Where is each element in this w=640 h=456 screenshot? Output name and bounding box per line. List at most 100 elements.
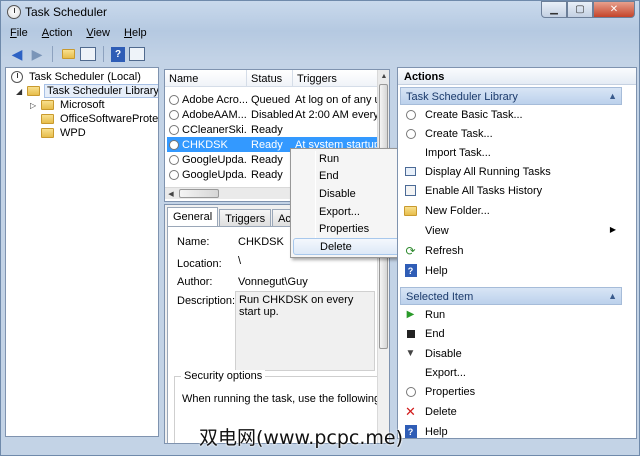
running-tasks-icon (404, 165, 417, 178)
context-menu-item-properties[interactable]: Properties (293, 221, 401, 238)
clock-icon (11, 71, 23, 83)
tree-item-library[interactable]: ◢ Task Scheduler Library (16, 84, 158, 98)
column-header-name[interactable]: Name (165, 70, 247, 87)
disable-icon: ▼ (405, 348, 416, 359)
task-icon (169, 124, 179, 135)
tree-item-folder[interactable]: ▷ Microsoft (30, 98, 107, 112)
collapse-section-icon[interactable]: ▲ (608, 91, 617, 101)
export-icon (404, 366, 417, 379)
help-icon[interactable]: ? (111, 46, 125, 62)
create-basic-task-icon (404, 108, 417, 121)
expand-icon[interactable]: ▷ (30, 101, 38, 110)
action-new-folder[interactable]: New Folder... (404, 202, 618, 219)
description-field[interactable]: Run CHKDSK on every start up. (235, 291, 375, 371)
refresh-icon: ⟳ (405, 243, 416, 258)
task-icon (169, 169, 179, 180)
toolbar-separator (52, 46, 53, 62)
action-run[interactable]: ▶ Run (404, 306, 618, 323)
help-icon: ? (404, 264, 417, 277)
tree-item-root[interactable]: Task Scheduler (Local) (11, 70, 143, 84)
back-arrow-icon[interactable]: ◀ (9, 46, 25, 62)
context-menu: Run End Disable Export... Properties Del… (290, 148, 404, 258)
name-label: Name: (177, 236, 210, 248)
show-hide-action-pane-icon[interactable] (129, 47, 145, 61)
window-title: Task Scheduler (25, 5, 108, 19)
clock-folder-icon (27, 86, 40, 96)
action-view[interactable]: View ▶ (404, 222, 618, 239)
action-properties[interactable]: Properties (404, 383, 618, 400)
context-menu-item-export[interactable]: Export... (293, 204, 401, 221)
create-task-icon (404, 127, 417, 140)
action-refresh[interactable]: ⟳ Refresh (404, 242, 618, 259)
collapse-icon[interactable]: ◢ (16, 87, 24, 96)
action-create-task[interactable]: Create Task... (404, 125, 618, 142)
action-create-basic-task[interactable]: Create Basic Task... (404, 106, 618, 123)
close-button[interactable]: ✕ (593, 1, 635, 18)
watermark-text: 双电网(www.pcpc.me) (199, 427, 403, 449)
tab-general[interactable]: General (167, 207, 219, 228)
action-help[interactable]: ? Help (404, 262, 618, 279)
location-label: Location: (177, 258, 222, 270)
folder-icon (41, 128, 54, 138)
tree-item-folder[interactable]: OfficeSoftwareProtectio (30, 112, 158, 126)
title-bar[interactable]: Task Scheduler ▁ ▢ ✕ (1, 1, 639, 23)
show-hide-console-tree-icon[interactable] (80, 47, 96, 61)
collapse-section-icon[interactable]: ▲ (608, 291, 617, 301)
action-disable[interactable]: ▼ Disable (404, 345, 618, 362)
properties-icon (404, 385, 417, 398)
scroll-left-icon[interactable]: ◀ (165, 188, 177, 200)
context-menu-item-disable[interactable]: Disable (293, 186, 401, 203)
name-value[interactable]: CHKDSK (238, 236, 284, 248)
forward-arrow-icon[interactable]: ▶ (29, 46, 45, 62)
action-help-selected[interactable]: ? Help (404, 423, 618, 438)
task-row[interactable]: AdobeAAM... Disabled At 2:00 AM every d (167, 107, 377, 122)
action-enable-tasks-history[interactable]: Enable All Tasks History (404, 182, 618, 199)
clock-icon (7, 5, 21, 19)
context-menu-item-delete[interactable]: Delete (293, 238, 401, 255)
console-tree: Task Scheduler (Local) ◢ Task Scheduler … (5, 67, 159, 437)
tree-item-folder[interactable]: WPD (30, 126, 88, 140)
maximize-button[interactable]: ▢ (567, 1, 593, 18)
task-icon (169, 154, 179, 165)
minimize-button[interactable]: ▁ (541, 1, 567, 18)
action-end[interactable]: End (404, 325, 618, 342)
location-value[interactable]: \ (238, 255, 241, 267)
general-tab-body: Name: CHKDSK Location: \ Author: Vonnegu… (167, 226, 389, 443)
folder-icon (404, 204, 417, 217)
action-delete[interactable]: ✕ Delete (404, 403, 618, 420)
section-header-library[interactable]: Task Scheduler Library ▲ (400, 87, 622, 105)
task-scheduler-window: Task Scheduler ▁ ▢ ✕ File Action View He… (0, 0, 640, 456)
help-icon: ? (404, 425, 417, 438)
menu-help[interactable]: Help (117, 25, 154, 43)
action-export[interactable]: Export... (404, 364, 618, 381)
window-controls: ▁ ▢ ✕ (541, 1, 635, 18)
task-icon (169, 109, 179, 120)
column-header-triggers[interactable]: Triggers (293, 70, 379, 87)
toolbar: ◀ ▶ ? (3, 43, 637, 65)
folder-icon (41, 114, 54, 124)
menu-action[interactable]: Action (35, 25, 80, 43)
menu-file[interactable]: File (3, 25, 35, 43)
scroll-up-icon[interactable]: ▲ (378, 70, 389, 82)
menu-bar: File Action View Help (3, 25, 154, 43)
security-options-title: Security options (181, 370, 266, 382)
actions-title: Actions (398, 68, 636, 85)
context-menu-item-run[interactable]: Run (293, 151, 401, 168)
folder-icon (41, 100, 54, 110)
security-options-text: When running the task, use the following… (182, 393, 390, 405)
menu-view[interactable]: View (79, 25, 117, 43)
task-row[interactable]: CCleanerSki... Ready (167, 122, 377, 137)
column-header-status[interactable]: Status (247, 70, 293, 87)
scrollbar-thumb[interactable] (179, 189, 219, 198)
action-import-task[interactable]: Import Task... (404, 144, 618, 161)
end-icon (404, 327, 417, 340)
task-icon (169, 94, 179, 105)
section-header-selected-item[interactable]: Selected Item ▲ (400, 287, 622, 305)
actions-pane: Actions Task Scheduler Library ▲ Create … (397, 67, 637, 439)
toolbar-separator (103, 46, 104, 62)
task-row[interactable]: Adobe Acro... Queued At log on of any us (167, 92, 377, 107)
action-display-running-tasks[interactable]: Display All Running Tasks (404, 163, 618, 180)
context-menu-item-end[interactable]: End (293, 168, 401, 185)
author-value[interactable]: Vonnegut\Guy (238, 276, 308, 288)
up-folder-icon[interactable] (60, 46, 76, 62)
